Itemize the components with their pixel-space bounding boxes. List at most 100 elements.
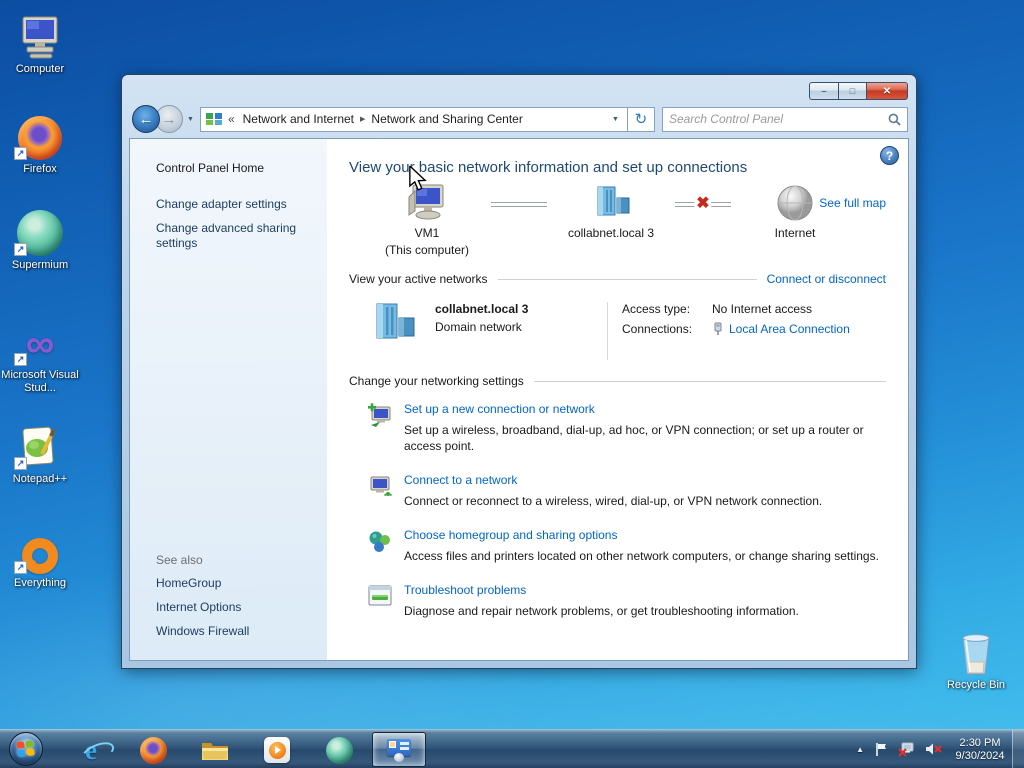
taskbar-media-player[interactable] xyxy=(262,735,292,765)
volume-button[interactable] xyxy=(920,730,948,768)
back-button[interactable]: ← xyxy=(132,105,160,133)
active-network-name: collabnet.local 3 xyxy=(435,302,529,316)
network-map: See full map VM1 (This computer) collabn… xyxy=(349,182,886,258)
map-connection-connected xyxy=(491,202,547,207)
map-node-internet[interactable]: Internet xyxy=(733,182,857,241)
setup-connection-desc: Set up a wireless, broadband, dial-up, a… xyxy=(404,423,864,453)
recent-pages-dropdown[interactable]: ▼ xyxy=(187,116,194,123)
desktop-icon-computer[interactable]: Computer xyxy=(0,12,80,76)
search-box[interactable] xyxy=(661,106,908,132)
see-full-map-link[interactable]: See full map xyxy=(819,196,886,210)
sidebar-item-internet-options[interactable]: Internet Options xyxy=(156,600,313,615)
access-type-value: No Internet access xyxy=(712,302,813,316)
breadcrumb-separator-icon[interactable]: ▶ xyxy=(360,115,365,123)
refresh-button[interactable]: ↻ xyxy=(627,106,655,132)
forward-icon: → xyxy=(161,110,177,128)
active-networks-section-header: View your active networks Connect or dis… xyxy=(349,272,886,286)
flag-icon xyxy=(876,742,886,756)
homegroup-desc: Access files and printers located on oth… xyxy=(404,549,879,563)
desktop-icon-label: Microsoft Visual Stud... xyxy=(1,369,79,394)
breadcrumb-item-network-and-internet[interactable]: Network and Internet xyxy=(238,111,359,127)
show-desktop-button[interactable] xyxy=(1012,730,1024,768)
taskbar-internet-explorer[interactable]: e xyxy=(76,735,106,765)
computer-icon xyxy=(0,12,80,60)
minimize-icon: – xyxy=(821,86,827,96)
see-also-header: See also xyxy=(156,553,203,567)
sidebar: Control Panel Home Change adapter settin… xyxy=(130,139,327,660)
breadcrumb-overflow-chevron[interactable]: « xyxy=(228,112,235,126)
map-node-this-computer[interactable]: VM1 (This computer) xyxy=(365,182,489,258)
taskbar-supermium[interactable] xyxy=(324,735,354,765)
breadcrumb[interactable]: « Network and Internet ▶ Network and Sha… xyxy=(199,106,628,132)
map-node-network[interactable]: collabnet.local 3 xyxy=(549,182,673,241)
homegroup-link[interactable]: Choose homegroup and sharing options xyxy=(404,528,879,542)
show-hidden-icons-button[interactable]: ▲ xyxy=(851,730,869,768)
map-connection-disconnected: ✖ xyxy=(675,194,731,214)
taskbar-control-panel-active[interactable] xyxy=(372,732,426,767)
shortcut-arrow-icon: ↗ xyxy=(14,561,27,574)
minimize-button[interactable]: – xyxy=(809,82,838,100)
sidebar-item-windows-firewall[interactable]: Windows Firewall xyxy=(156,624,313,639)
maximize-button[interactable]: □ xyxy=(838,82,866,100)
disconnected-x-icon: ✖ xyxy=(694,194,712,214)
task-connect-network: Connect to a network Connect or reconnec… xyxy=(367,473,886,509)
troubleshoot-link[interactable]: Troubleshoot problems xyxy=(404,583,799,597)
desktop-icon-everything[interactable]: ↗ Everything xyxy=(0,526,80,590)
desktop-icon-label: Notepad++ xyxy=(12,473,68,485)
setup-connection-link[interactable]: Set up a new connection or network xyxy=(404,402,886,416)
task-setup-connection: Set up a new connection or network Set u… xyxy=(367,402,886,454)
breadcrumb-item-network-sharing-center[interactable]: Network and Sharing Center xyxy=(366,111,527,127)
desktop-icon-firefox[interactable]: ↗ Firefox xyxy=(0,112,80,176)
taskbar-clock[interactable]: 2:30 PM 9/30/2024 xyxy=(948,736,1012,763)
shortcut-arrow-icon: ↗ xyxy=(14,147,27,160)
task-troubleshoot: Troubleshoot problems Diagnose and repai… xyxy=(367,583,886,619)
help-button[interactable]: ? xyxy=(880,146,899,165)
media-player-icon xyxy=(264,737,290,763)
start-button[interactable] xyxy=(9,732,43,766)
supermium-icon xyxy=(325,736,353,764)
desktop-icon-label: Computer xyxy=(15,63,65,75)
taskbar-firefox[interactable] xyxy=(138,735,168,765)
shortcut-arrow-icon: ↗ xyxy=(14,457,27,470)
network-icon xyxy=(589,182,633,224)
networking-settings-section-header: Change your networking settings xyxy=(349,374,886,388)
network-status-button[interactable] xyxy=(893,730,920,768)
task-homegroup: Choose homegroup and sharing options Acc… xyxy=(367,528,886,564)
connect-or-disconnect-link[interactable]: Connect or disconnect xyxy=(767,272,886,286)
chevron-up-icon: ▲ xyxy=(856,744,864,754)
sidebar-item-change-adapter-settings[interactable]: Change adapter settings xyxy=(156,197,313,212)
sidebar-item-homegroup[interactable]: HomeGroup xyxy=(156,576,313,591)
desktop-icon-notepadpp[interactable]: ↗ Notepad++ xyxy=(0,422,80,486)
sidebar-item-change-advanced-sharing[interactable]: Change advanced sharing settings xyxy=(156,221,306,251)
sidebar-item-control-panel-home[interactable]: Control Panel Home xyxy=(156,161,313,175)
clock-date: 9/30/2024 xyxy=(955,749,1005,762)
folder-icon xyxy=(202,742,228,760)
help-icon: ? xyxy=(885,148,894,163)
close-button[interactable]: ✕ xyxy=(866,82,908,100)
search-input[interactable] xyxy=(668,112,888,126)
maximize-icon: □ xyxy=(849,86,856,96)
volume-muted-icon xyxy=(926,743,942,755)
local-area-connection-link[interactable]: Local Area Connection xyxy=(729,322,850,336)
desktop-icon-recycle-bin[interactable]: Recycle Bin xyxy=(936,628,1016,692)
address-dropdown-icon[interactable]: ▼ xyxy=(612,116,619,123)
desktop-icon-supermium[interactable]: ↗ Supermium xyxy=(0,208,80,272)
troubleshoot-icon xyxy=(368,585,392,606)
network-disconnected-icon xyxy=(898,742,914,757)
desktop-icon-label: Recycle Bin xyxy=(946,679,1006,691)
clock-time: 2:30 PM xyxy=(959,736,1001,749)
map-node-label: VM1 xyxy=(414,226,440,240)
action-center-button[interactable] xyxy=(869,730,893,768)
taskbar-windows-explorer[interactable] xyxy=(200,735,230,765)
map-node-label: collabnet.local 3 xyxy=(567,226,655,240)
connect-network-icon xyxy=(370,476,393,497)
connect-network-link[interactable]: Connect to a network xyxy=(404,473,822,487)
internet-explorer-icon: e xyxy=(85,735,97,765)
navigation-bar: ← → ▼ « Network and Internet ▶ Network a… xyxy=(122,103,916,139)
window-titlebar[interactable]: – □ ✕ xyxy=(122,75,916,103)
shortcut-arrow-icon: ↗ xyxy=(14,353,27,366)
desktop-icon-visual-studio[interactable]: ∞ ↗ Microsoft Visual Stud... xyxy=(0,318,80,395)
everything-icon xyxy=(22,538,58,574)
control-panel-window: – □ ✕ ← → ▼ « Network and Internet ▶ Net… xyxy=(122,75,916,668)
section-title: Change your networking settings xyxy=(349,374,524,388)
